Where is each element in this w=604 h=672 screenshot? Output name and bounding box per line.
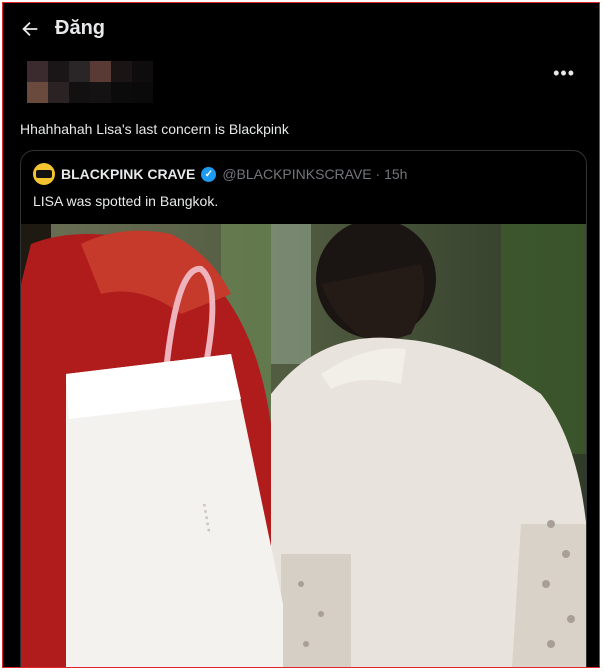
page-header: Đăng <box>3 3 599 57</box>
quoted-post[interactable]: BLACKPINK CRAVE ✓ @BLACKPINKSCRAVE · 15h… <box>20 150 587 667</box>
more-options-icon[interactable]: ••• <box>553 63 575 84</box>
quoted-post-text: LISA was spotted in Bangkok. <box>33 193 219 209</box>
post-text: Hhahhahah Lisa's last concern is Blackpi… <box>20 121 289 137</box>
verified-badge-icon: ✓ <box>201 166 217 182</box>
quoted-video-thumbnail[interactable]: ▪ ▪ ▪ ▪ ▪ <box>21 224 586 667</box>
arrow-left-icon[interactable] <box>19 18 41 40</box>
quoted-handle-time: @BLACKPINKSCRAVE · 15h <box>222 166 408 182</box>
blackpink-crave-logo-icon[interactable] <box>33 163 55 185</box>
blurred-author-avatar[interactable] <box>27 61 155 105</box>
quoted-post-header: BLACKPINK CRAVE ✓ @BLACKPINKSCRAVE · 15h <box>33 163 407 185</box>
quoted-display-name[interactable]: BLACKPINK CRAVE <box>61 166 195 182</box>
window-frame: Đăng ••• Hhahhahah Lisa's last concern i… <box>2 2 600 668</box>
page-title: Đăng <box>55 17 105 39</box>
